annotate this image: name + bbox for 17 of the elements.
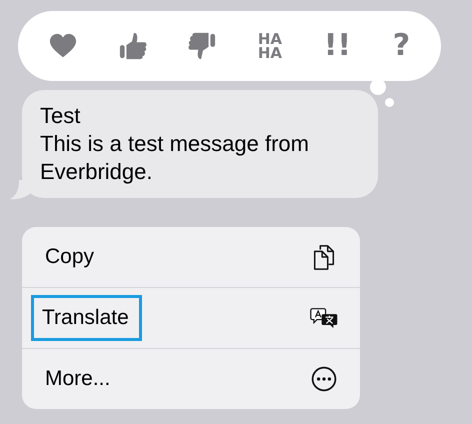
- menu-label: Translate: [31, 295, 142, 341]
- heart-icon[interactable]: [48, 32, 77, 60]
- menu-label: Copy: [44, 244, 96, 270]
- message-text: Test: [40, 102, 82, 130]
- bubble-dot: [385, 98, 394, 107]
- thumbs-up-icon[interactable]: [118, 32, 146, 60]
- menu-item[interactable]: Copy: [22, 227, 360, 287]
- reaction-button[interactable]: HA HA: [258, 32, 282, 60]
- menu-label: More...: [44, 366, 112, 392]
- more-icon: [310, 366, 338, 392]
- translate-icon: [310, 305, 338, 331]
- message-text: This is a test message from Everbridge.: [40, 130, 310, 186]
- menu-item[interactable]: Translate: [22, 287, 360, 348]
- thumbs-down-icon[interactable]: [188, 32, 216, 60]
- reaction-button[interactable]: ?: [392, 31, 410, 61]
- reaction-button[interactable]: !!: [324, 31, 352, 61]
- menu-item[interactable]: More...: [22, 348, 360, 409]
